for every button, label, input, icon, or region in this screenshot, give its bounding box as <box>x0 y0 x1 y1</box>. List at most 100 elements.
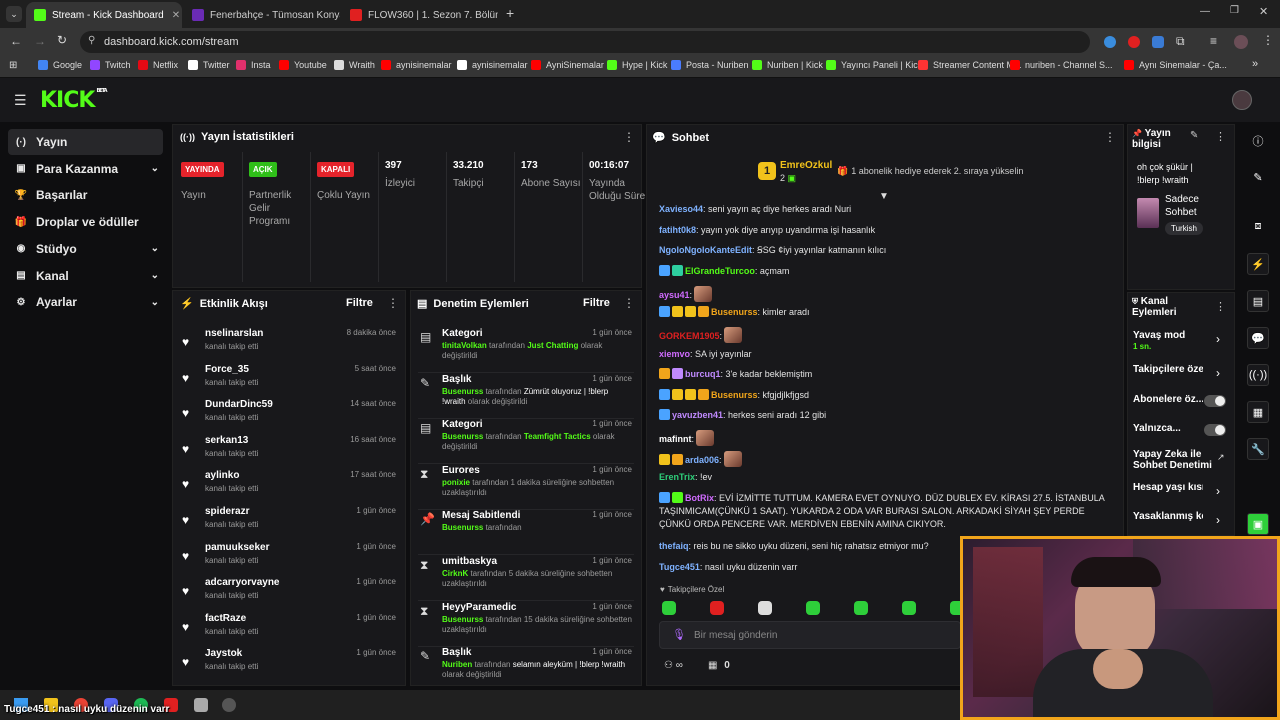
gift-leader-name[interactable]: EmreOzkul <box>780 160 832 171</box>
chat-menu-icon[interactable]: ⋮ <box>1104 130 1116 144</box>
chevron-right-icon[interactable]: › <box>1216 332 1220 346</box>
quick-emote-icon[interactable] <box>806 601 820 615</box>
follower-name[interactable]: pamuukseker <box>205 542 269 553</box>
moderation-title[interactable]: umitbaskya <box>442 556 497 567</box>
puzzle-extensions-icon[interactable]: ⧉ <box>1176 34 1185 49</box>
channel-action-label[interactable]: Abonelere öz... <box>1133 394 1203 405</box>
bookmark-item[interactable]: aynisinemalar <box>457 60 528 70</box>
sidebar-item-0[interactable]: (·) Yayın <box>8 129 163 155</box>
new-tab-icon[interactable]: + <box>506 5 514 21</box>
forward-icon[interactable]: → <box>34 34 46 48</box>
tab-flow360[interactable]: FLOW360 | 1. Sezon 7. Bölüm | ✕ <box>342 2 498 28</box>
chat-username[interactable]: BotRix <box>685 493 714 503</box>
chat-username[interactable]: ElGrandeTurcoo <box>685 266 755 276</box>
broadcast-icon[interactable]: ((·)) <box>1247 364 1269 386</box>
user-avatar[interactable] <box>1232 90 1252 110</box>
moderator-name[interactable]: Busenurss <box>442 615 483 624</box>
bookmark-item[interactable]: Netflix <box>138 60 178 70</box>
chat-username[interactable]: burcuq1 <box>685 369 721 379</box>
external-link-icon[interactable]: ↗ <box>1217 452 1225 463</box>
back-icon[interactable]: ← <box>10 34 22 48</box>
sidebar-item-2[interactable]: 🏆 Başarılar <box>8 182 163 208</box>
follower-name[interactable]: Force_35 <box>205 364 249 375</box>
moderation-title[interactable]: Başlık <box>442 647 471 658</box>
bookmark-item[interactable]: Yayıncı Paneli | Kick <box>826 60 922 70</box>
app-icon[interactable] <box>194 698 208 712</box>
reload-icon[interactable]: ↻ <box>57 33 67 47</box>
follower-name[interactable]: adcarryorvayne <box>205 577 280 588</box>
moderator-name[interactable]: Nuriben <box>442 660 472 669</box>
obs-icon[interactable] <box>222 698 236 712</box>
chat-input[interactable]: 🎙 Bir mesaj gönderin <box>659 621 961 649</box>
site-info-icon[interactable]: ⚲ <box>88 35 95 46</box>
chat-username[interactable]: Tugce451 <box>659 562 700 572</box>
channel-action-label[interactable]: Yalnızca... <box>1133 423 1203 434</box>
moderation-menu-icon[interactable]: ⋮ <box>623 296 635 310</box>
bookmark-item[interactable]: Insta <box>236 60 271 70</box>
chevron-right-icon[interactable]: › <box>1216 484 1220 498</box>
channel-action-label[interactable]: Hesap yaşı kısıtla <box>1133 482 1203 493</box>
edit-icon[interactable]: ✎ <box>1190 130 1198 141</box>
chat-username[interactable]: Busenurss <box>711 307 758 317</box>
sidebar-item-4[interactable]: ◉ Stüdyo ⌄ <box>8 236 163 262</box>
channel-action-label[interactable]: Yavaş mod <box>1133 330 1203 341</box>
chat-users-icon[interactable]: ⚇ ∞ <box>664 660 683 671</box>
bookmark-item[interactable]: Aynı Sinemalar - Ça... <box>1124 60 1227 70</box>
window-close-icon[interactable]: ✕ <box>1259 5 1268 18</box>
channel-action-label[interactable]: Takipçilere özel s <box>1133 364 1203 375</box>
chat-username[interactable]: thefaiq <box>659 541 689 551</box>
toggle-switch[interactable] <box>1204 424 1226 436</box>
activity-menu-icon[interactable]: ⋮ <box>387 296 399 310</box>
chat-username[interactable]: xiemvo <box>659 349 690 359</box>
apps-grid-icon[interactable]: ⊞ <box>9 60 17 71</box>
address-bar[interactable]: ⚲ dashboard.kick.com/stream <box>80 31 1090 53</box>
moderation-filter-button[interactable]: Filtre <box>583 297 610 309</box>
bookmark-item[interactable]: Google <box>38 60 82 70</box>
lightning-icon[interactable]: ⚡ <box>1247 253 1269 275</box>
document-icon[interactable]: ▤ <box>1247 290 1269 312</box>
bookmark-item[interactable]: Wraith <box>334 60 375 70</box>
layout-icon[interactable]: ▦ <box>1247 401 1269 423</box>
sidebar-item-6[interactable]: ⚙ Ayarlar ⌄ <box>8 289 163 315</box>
channel-actions-menu-icon[interactable]: ⋮ <box>1215 300 1226 313</box>
microphone-icon[interactable]: 🎙 <box>672 628 686 641</box>
follower-name[interactable]: nselinarslan <box>205 328 263 339</box>
chat-username[interactable]: fatiht0k8 <box>659 225 696 235</box>
bookmark-item[interactable]: Streamer Content M... <box>918 60 1022 70</box>
stats-menu-icon[interactable]: ⋮ <box>623 130 635 144</box>
bookmark-item[interactable]: Posta - Nuriben <box>671 60 749 70</box>
moderation-title[interactable]: HeyyParamedic <box>442 602 517 613</box>
sidebar-item-1[interactable]: ▣ Para Kazanma ⌄ <box>8 156 163 182</box>
crop-icon[interactable]: ⧈ <box>1247 215 1269 237</box>
chat-username[interactable]: Xavieso44 <box>659 204 703 214</box>
chevron-down-icon[interactable]: ⌄ <box>151 297 159 308</box>
close-icon[interactable]: ✕ <box>164 10 180 21</box>
bookmark-item[interactable]: Hype | Kick <box>607 60 667 70</box>
restore-icon[interactable]: ❐ <box>1230 5 1239 16</box>
more-bookmarks-icon[interactable]: » <box>1252 58 1258 70</box>
chat-username[interactable]: ErenTrix <box>659 472 695 482</box>
moderation-title[interactable]: Kategori <box>442 328 483 339</box>
profile-avatar[interactable] <box>1234 35 1248 49</box>
bookmark-item[interactable]: Nuriben | Kick <box>752 60 823 70</box>
sidebar-item-5[interactable]: ▤ Kanal ⌄ <box>8 263 163 289</box>
hamburger-menu-icon[interactable]: ☰ <box>14 92 27 109</box>
chevron-right-icon[interactable]: › <box>1216 366 1220 380</box>
chat-username[interactable]: mafinnt <box>659 434 692 444</box>
chat-icon[interactable]: 💬 <box>1247 327 1269 349</box>
activity-filter-button[interactable]: Filtre <box>346 297 373 309</box>
green-app-icon[interactable]: ▣ <box>1247 513 1269 535</box>
follower-name[interactable]: serkan13 <box>205 435 248 446</box>
bookmark-item[interactable]: AyniSinemalar <box>531 60 604 70</box>
tab-search-icon[interactable]: ⌄ <box>6 6 22 22</box>
extension-icon[interactable] <box>1128 36 1140 48</box>
follower-name[interactable]: factRaze <box>205 613 246 624</box>
sidebar-item-3[interactable]: 🎁 Droplar ve ödüller <box>8 209 163 235</box>
tab-fenerbahce[interactable]: Fenerbahçe - Tümosan Konyasp ✕ <box>184 2 340 28</box>
chevron-down-icon[interactable]: ⌄ <box>151 163 159 174</box>
follower-name[interactable]: DundarDinc59 <box>205 399 273 410</box>
channel-action-label[interactable]: Yasaklanmış kelin <box>1133 511 1203 522</box>
moderator-name[interactable]: Busenurss <box>442 432 483 441</box>
pencil-icon[interactable]: ✎ <box>1247 166 1269 188</box>
bookmark-item[interactable]: aynisinemalar <box>381 60 452 70</box>
